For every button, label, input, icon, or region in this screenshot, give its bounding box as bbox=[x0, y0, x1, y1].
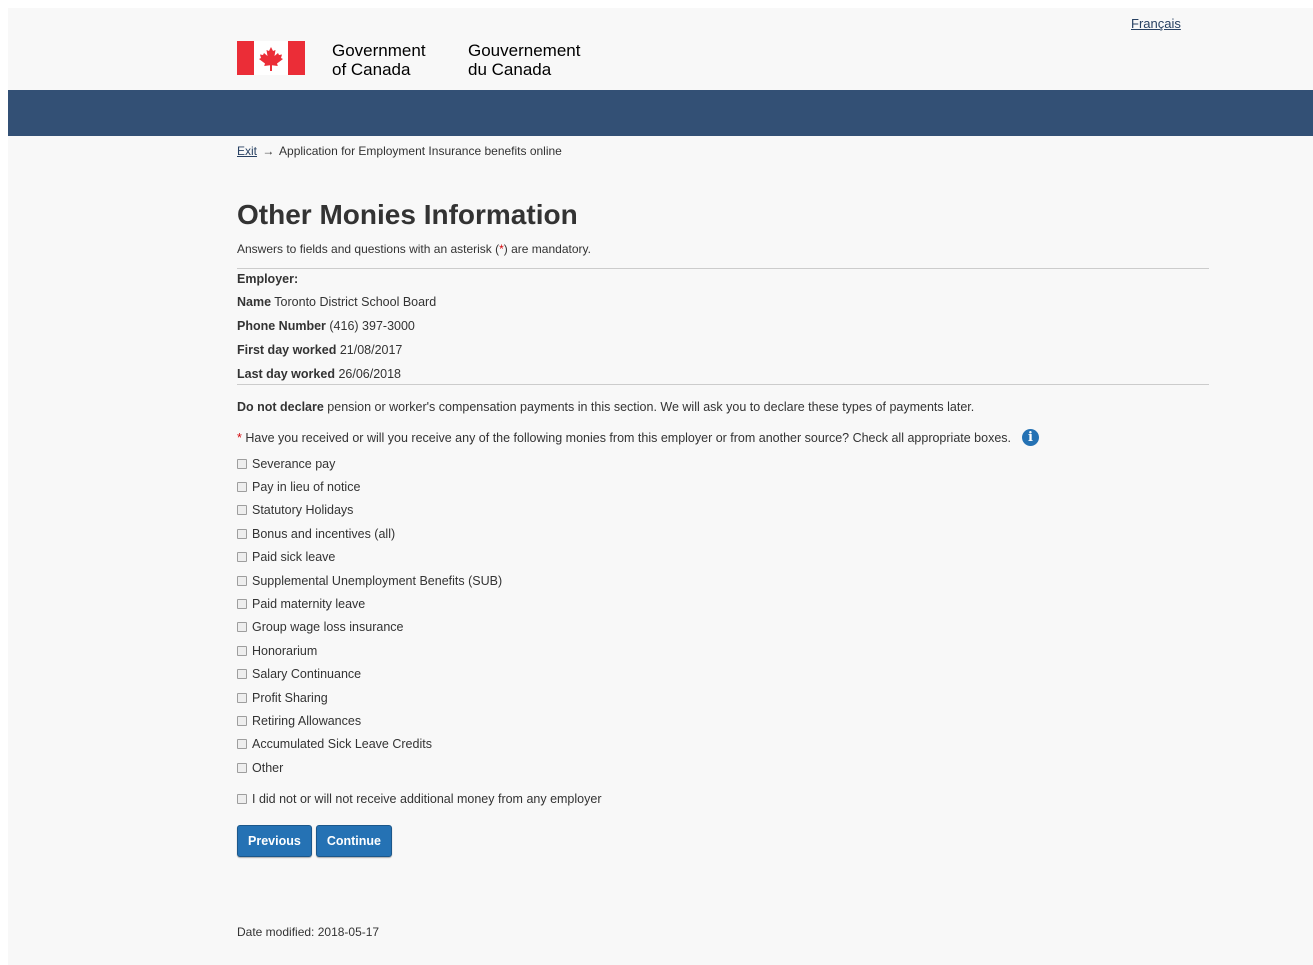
monies-option-label: Profit Sharing bbox=[252, 690, 328, 705]
monies-option[interactable]: Bonus and incentives (all) bbox=[237, 522, 1209, 545]
monies-option-label: Honorarium bbox=[252, 643, 318, 658]
last-day-label: Last day worked bbox=[237, 367, 335, 381]
date-modified: Date modified: 2018-05-17 bbox=[237, 925, 379, 939]
mandatory-note: Answers to fields and questions with an … bbox=[237, 242, 1209, 256]
monies-option[interactable]: Group wage loss insurance bbox=[237, 616, 1209, 639]
form-buttons: Previous Continue bbox=[237, 824, 1209, 857]
main-content: Other Monies Information Answers to fiel… bbox=[237, 198, 1209, 857]
first-day-row: First day worked 21/08/2017 bbox=[237, 343, 1209, 358]
monies-option[interactable]: Paid sick leave bbox=[237, 546, 1209, 569]
divider bbox=[237, 268, 1209, 269]
employer-heading: Employer: bbox=[237, 272, 299, 286]
monies-option-label: Severance pay bbox=[252, 456, 336, 471]
header: Français Government of Canada Gouverneme… bbox=[8, 8, 1313, 90]
arrow-right-icon: → bbox=[262, 144, 275, 158]
info-icon[interactable]: i bbox=[1022, 429, 1040, 446]
signature-en-line1: Government bbox=[332, 41, 426, 60]
monies-option-label: Retiring Allowances bbox=[252, 713, 362, 728]
monies-option-checkbox[interactable] bbox=[237, 645, 247, 656]
monies-option-label: Group wage loss insurance bbox=[252, 620, 404, 635]
monies-option-checkbox[interactable] bbox=[237, 715, 247, 726]
employer-phone-label: Phone Number bbox=[237, 319, 326, 333]
monies-option-label: Supplemental Unemployment Benefits (SUB) bbox=[252, 573, 503, 588]
monies-option[interactable]: Supplemental Unemployment Benefits (SUB) bbox=[237, 569, 1209, 592]
monies-option[interactable]: Paid maternity leave bbox=[237, 592, 1209, 615]
mandatory-note-after: ) are mandatory. bbox=[503, 242, 591, 256]
signature-en-line2: of Canada bbox=[332, 60, 411, 79]
monies-option-label: Other bbox=[252, 760, 284, 775]
monies-option[interactable]: Statutory Holidays bbox=[237, 499, 1209, 522]
monies-option[interactable]: Pay in lieu of notice bbox=[237, 475, 1209, 498]
monies-option[interactable]: Other bbox=[237, 756, 1209, 779]
monies-option-label: Statutory Holidays bbox=[252, 503, 354, 518]
page-title: Other Monies Information bbox=[237, 199, 578, 230]
monies-option-checkbox[interactable] bbox=[237, 505, 247, 516]
government-signature[interactable]: Government of Canada Gouvernement du Can… bbox=[237, 41, 580, 79]
previous-button[interactable]: Previous bbox=[237, 824, 312, 857]
first-day-value: 21/08/2017 bbox=[339, 343, 403, 357]
date-modified-label: Date modified: bbox=[237, 925, 315, 939]
monies-option-label: Salary Continuance bbox=[252, 667, 362, 682]
monies-option-label: Pay in lieu of notice bbox=[252, 480, 361, 495]
monies-option-label: Accumulated Sick Leave Credits bbox=[252, 737, 432, 752]
signature-fr-line1: Gouvernement bbox=[468, 41, 581, 60]
continue-button[interactable]: Continue bbox=[315, 824, 392, 857]
no-additional-money-label: I did not or will not receive additional… bbox=[252, 792, 602, 807]
declare-note-bold: Do not declare bbox=[237, 400, 324, 414]
employer-phone-row: Phone Number (416) 397-3000 bbox=[237, 319, 1209, 334]
required-asterisk: * bbox=[237, 430, 242, 445]
date-modified-value: 2018-05-17 bbox=[317, 925, 380, 939]
signature-english: Government of Canada bbox=[332, 41, 468, 79]
breadcrumb-current: Application for Employment Insurance ben… bbox=[279, 144, 562, 158]
monies-option-checkbox[interactable] bbox=[237, 692, 247, 703]
monies-option-checkbox[interactable] bbox=[237, 575, 247, 586]
monies-option-label: Paid maternity leave bbox=[252, 597, 366, 612]
monies-option[interactable]: Retiring Allowances bbox=[237, 709, 1209, 732]
employer-phone-value: (416) 397-3000 bbox=[329, 319, 415, 333]
monies-option-checkbox[interactable] bbox=[237, 762, 247, 773]
language-toggle-link[interactable]: Français bbox=[1131, 16, 1181, 31]
monies-option-checkbox[interactable] bbox=[237, 482, 247, 493]
monies-options: Severance pay Pay in lieu of notice Statut… bbox=[237, 452, 1209, 779]
monies-option[interactable]: Accumulated Sick Leave Credits bbox=[237, 733, 1209, 756]
monies-option[interactable]: Severance pay bbox=[237, 452, 1209, 475]
monies-option-checkbox[interactable] bbox=[237, 669, 247, 680]
monies-option-checkbox[interactable] bbox=[237, 458, 247, 469]
declare-note-rest: pension or worker's compensation payment… bbox=[323, 400, 975, 414]
signature-french: Gouvernement du Canada bbox=[468, 41, 580, 79]
monies-question: * Have you received or will you receive … bbox=[237, 429, 1209, 446]
monies-question-text: Have you received or will you receive an… bbox=[245, 430, 1012, 445]
breadcrumb: Exit → Application for Employment Insura… bbox=[237, 144, 562, 158]
employer-name-row: Name Toronto District School Board bbox=[237, 295, 1209, 310]
monies-option-checkbox[interactable] bbox=[237, 739, 247, 750]
monies-option-checkbox[interactable] bbox=[237, 528, 247, 539]
canada-flag-icon bbox=[237, 41, 305, 75]
monies-option-checkbox[interactable] bbox=[237, 599, 247, 610]
employer-name-label: Name bbox=[237, 295, 272, 309]
mandatory-note-before: Answers to fields and questions with an … bbox=[237, 242, 500, 256]
monies-option[interactable]: Honorarium bbox=[237, 639, 1209, 662]
divider bbox=[237, 384, 1209, 385]
last-day-row: Last day worked 26/06/2018 bbox=[237, 367, 1209, 382]
monies-option-label: Bonus and incentives (all) bbox=[252, 526, 396, 541]
breadcrumb-exit-link[interactable]: Exit bbox=[237, 144, 257, 158]
no-additional-money-checkbox[interactable] bbox=[237, 794, 247, 805]
page: Français Government of Canada Gouverneme… bbox=[8, 8, 1313, 965]
monies-option-checkbox[interactable] bbox=[237, 622, 247, 633]
last-day-value: 26/06/2018 bbox=[338, 367, 401, 381]
monies-option[interactable]: Salary Continuance bbox=[237, 663, 1209, 686]
first-day-label: First day worked bbox=[237, 343, 337, 357]
monies-option-label: Paid sick leave bbox=[252, 550, 336, 565]
no-additional-money-option[interactable]: I did not or will not receive additional… bbox=[237, 787, 1209, 810]
monies-option[interactable]: Profit Sharing bbox=[237, 686, 1209, 709]
employer-name-value: Toronto District School Board bbox=[274, 295, 437, 309]
declare-note: Do not declare pension or worker's compe… bbox=[237, 400, 1209, 414]
menu-bar bbox=[8, 90, 1313, 136]
monies-option-checkbox[interactable] bbox=[237, 552, 247, 563]
signature-fr-line2: du Canada bbox=[468, 60, 552, 79]
